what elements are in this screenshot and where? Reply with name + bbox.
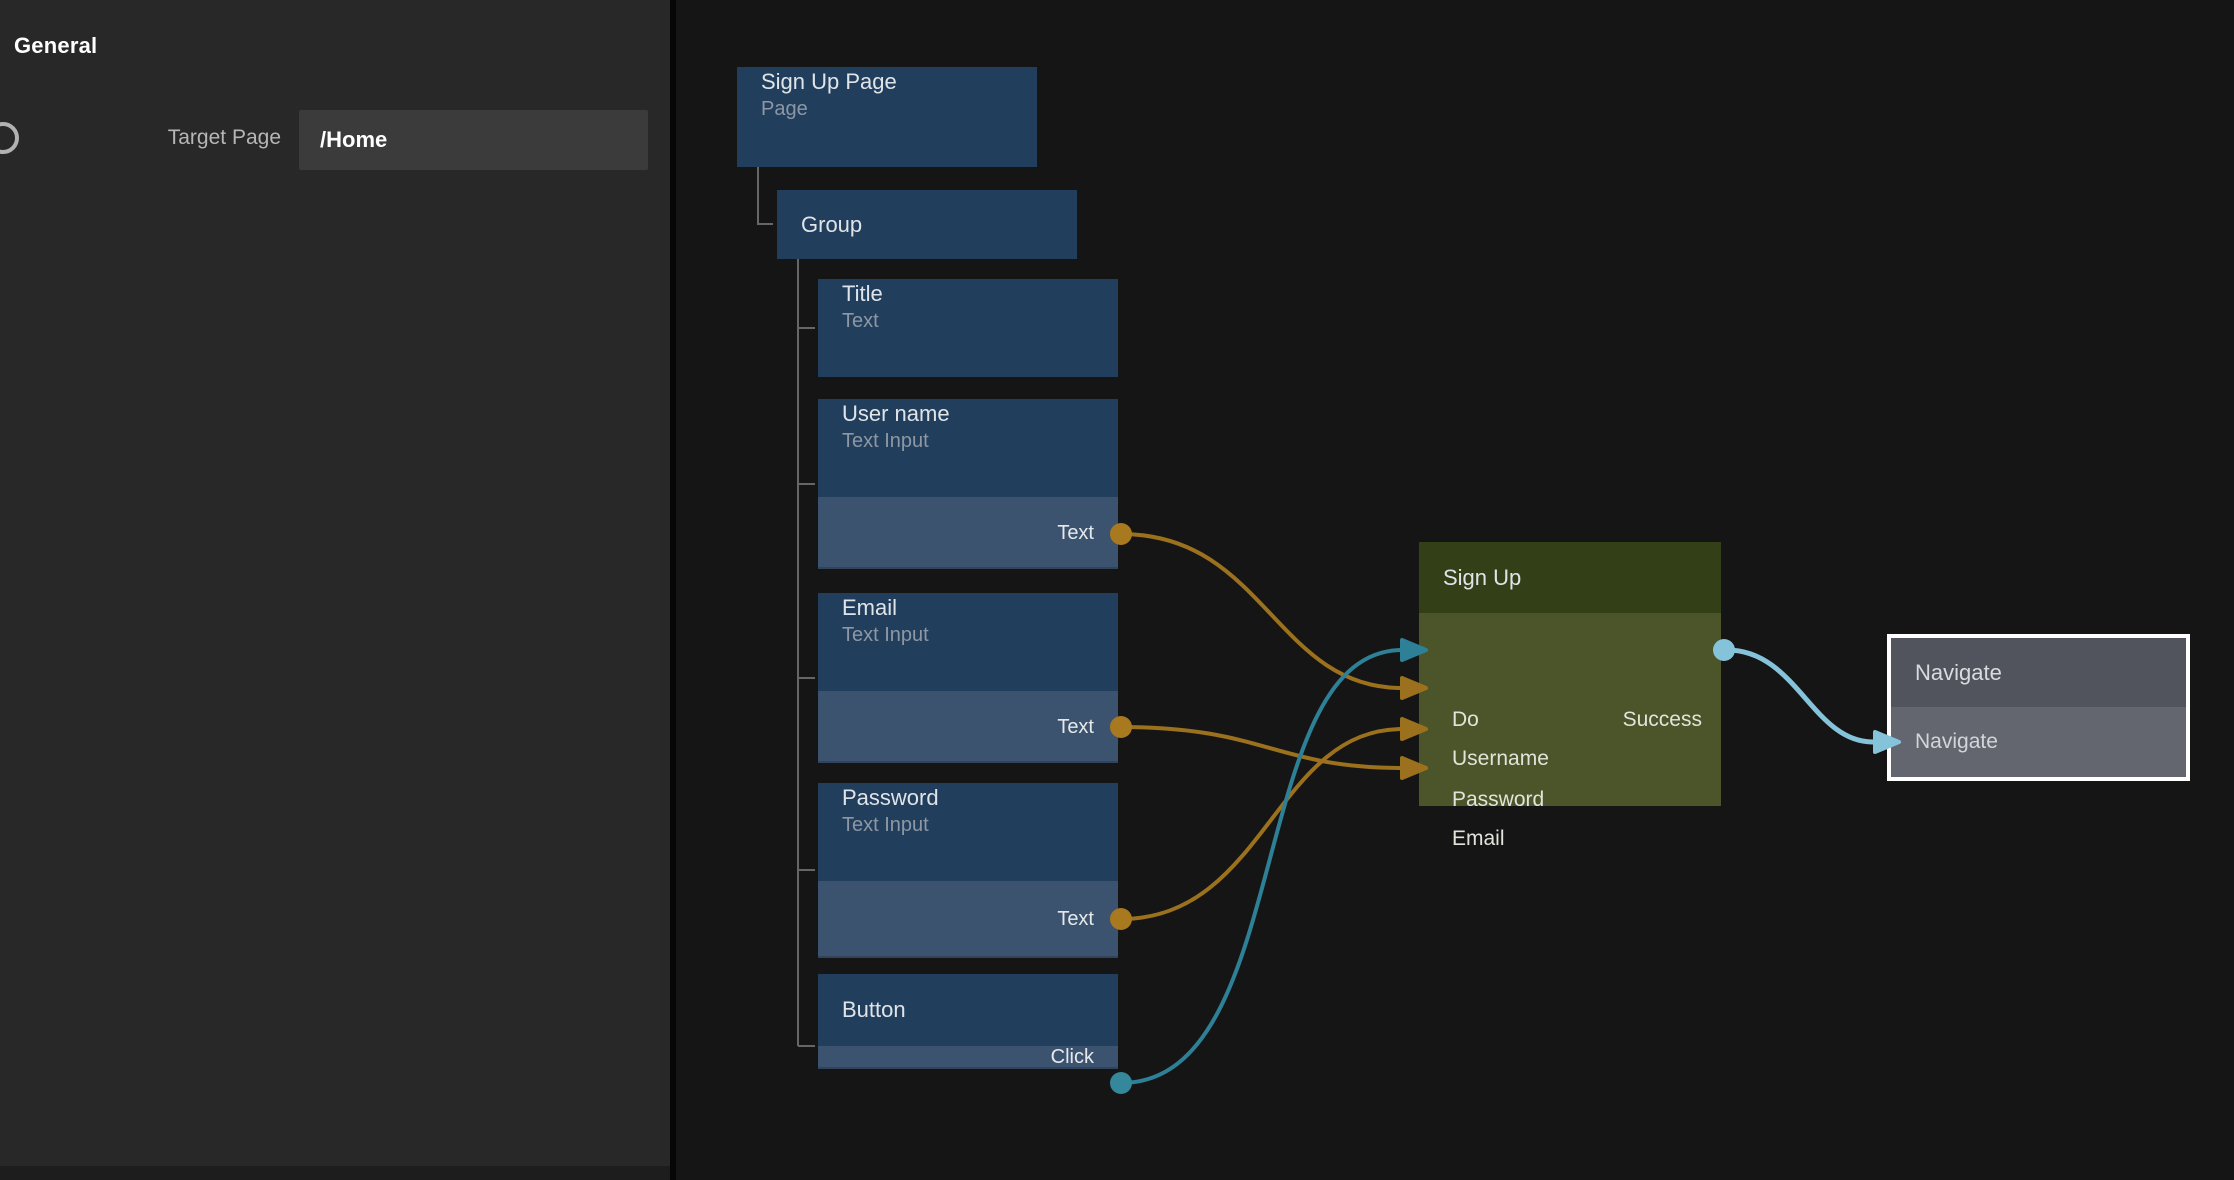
node-title: Email — [842, 593, 1094, 622]
port-text-output[interactable]: Text — [818, 691, 1118, 763]
target-page-label: Target Page — [60, 126, 281, 150]
node-email-input[interactable]: Email Text Input Text — [818, 593, 1118, 763]
port-password-input[interactable]: Password — [1452, 788, 1544, 812]
node-type-label: Text — [842, 308, 1094, 335]
node-title-text[interactable]: Title Text — [818, 279, 1118, 377]
node-navigate-selected[interactable]: Navigate Navigate — [1887, 634, 2190, 781]
wire-username-text-to-signup-username[interactable] — [1121, 534, 1402, 688]
port-dot-button-click[interactable] — [1110, 1072, 1132, 1094]
wire-signup-success-to-navigate[interactable] — [1727, 650, 1873, 742]
node-button[interactable]: Button Click — [818, 974, 1118, 1069]
target-page-input[interactable] — [299, 110, 648, 170]
port-username-input[interactable]: Username — [1452, 747, 1549, 771]
port-click-output[interactable]: Click — [818, 1046, 1118, 1069]
port-do-input[interactable]: Do — [1452, 708, 1479, 732]
wire-password-text-to-signup-password[interactable] — [1121, 729, 1402, 919]
panel-bottom-strip — [0, 1166, 670, 1180]
properties-panel: General Target Page — [0, 0, 670, 1180]
node-sign-up-function[interactable]: Sign Up Do Username Password Email Succe… — [1419, 542, 1721, 806]
node-title: Sign Up Page — [761, 67, 1013, 96]
node-type-label: Text Input — [842, 428, 1094, 455]
node-title: User name — [842, 399, 1094, 428]
hierarchy-connector — [798, 259, 815, 1046]
app-window: Sign Up Page Page Group Title Text User … — [0, 0, 2234, 1180]
node-sign-up-page[interactable]: Sign Up Page Page — [737, 67, 1037, 167]
node-title: Sign Up — [1443, 542, 1697, 613]
port-email-input[interactable]: Email — [1452, 827, 1505, 851]
node-title: Title — [842, 279, 1094, 308]
node-type-label: Text Input — [842, 622, 1094, 649]
node-title: Group — [801, 190, 1053, 259]
node-type-label: Page — [761, 96, 1013, 123]
port-text-output[interactable]: Text — [818, 497, 1118, 569]
wire-button-click-to-signup-do[interactable] — [1121, 650, 1402, 1083]
wire-email-text-to-signup-email[interactable] — [1121, 727, 1402, 768]
hierarchy-connector — [758, 167, 773, 224]
node-title: Password — [842, 783, 1094, 812]
port-text-output[interactable]: Text — [818, 881, 1118, 958]
node-type-label: Text Input — [842, 812, 1094, 839]
node-title: Navigate — [1915, 638, 2162, 707]
node-password-input[interactable]: Password Text Input Text — [818, 783, 1118, 958]
port-navigate-input[interactable]: Navigate — [1891, 707, 2186, 777]
port-success-output[interactable]: Success — [1623, 708, 1702, 732]
panel-canvas-divider — [670, 0, 676, 1180]
property-connector-ring-icon[interactable] — [0, 122, 19, 154]
panel-section-title: General — [14, 33, 97, 59]
node-user-name-input[interactable]: User name Text Input Text — [818, 399, 1118, 569]
node-title: Button — [842, 974, 1094, 1046]
node-group[interactable]: Group — [777, 190, 1077, 259]
